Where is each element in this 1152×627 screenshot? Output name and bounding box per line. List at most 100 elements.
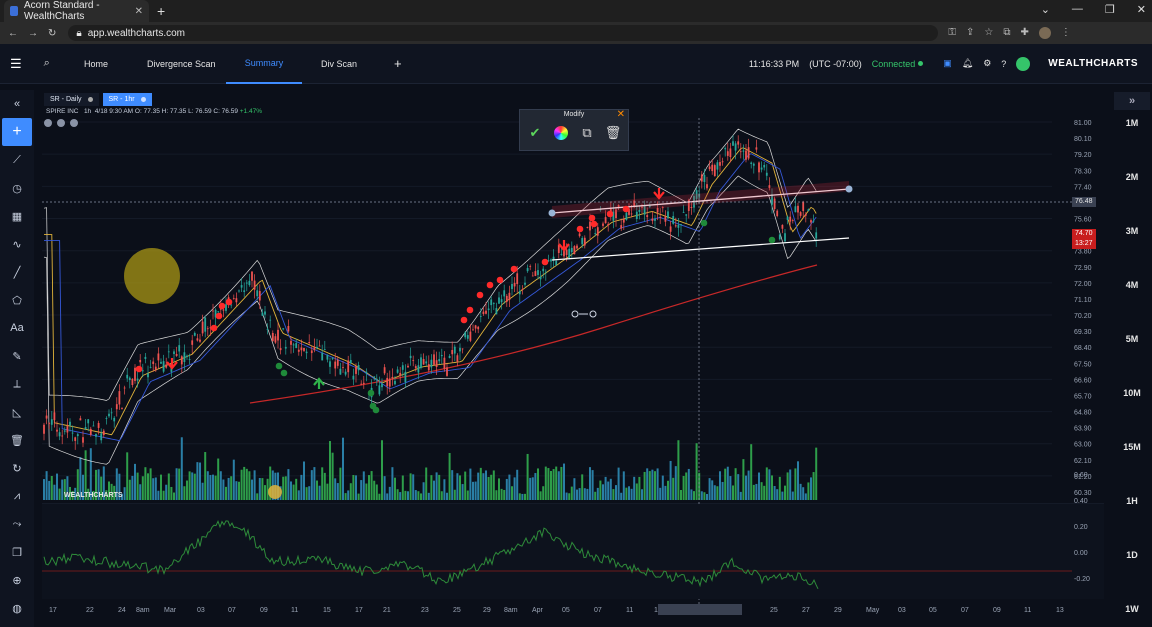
candle xyxy=(414,366,417,369)
maximize-button[interactable]: ❐ xyxy=(1105,3,1115,16)
interval-1h[interactable]: 1H xyxy=(1112,496,1152,506)
gear-icon[interactable]: ⚙ xyxy=(983,58,991,69)
interval-10m[interactable]: 10M xyxy=(1112,388,1152,398)
help-icon[interactable]: ? xyxy=(1001,59,1006,69)
back-icon[interactable]: ← xyxy=(8,28,18,39)
candle xyxy=(456,355,459,362)
interval-1w[interactable]: 1W xyxy=(1112,604,1152,614)
volume-bar xyxy=(157,490,160,500)
date-axis-label: 03 xyxy=(197,607,205,614)
candle xyxy=(482,311,485,314)
collapse-right-icon[interactable]: » xyxy=(1114,92,1150,110)
volume-bar xyxy=(381,440,383,500)
browser-tab[interactable]: Acorn Standard - WealthCharts ✕ xyxy=(4,0,149,22)
layout-tab-daily[interactable]: SR - Daily xyxy=(44,93,99,106)
interval-15m[interactable]: 15M xyxy=(1112,442,1152,452)
price-axis-label: 80.10 xyxy=(1074,136,1092,143)
tab-divergence-scan[interactable]: Divergence Scan xyxy=(147,44,216,84)
minimize-button[interactable]: — xyxy=(1072,3,1083,16)
pencil-icon[interactable]: ✎ xyxy=(0,342,34,370)
volume-bar xyxy=(365,483,368,500)
shapes-icon[interactable]: ⬠ xyxy=(0,286,34,314)
candle xyxy=(732,141,734,146)
measure-icon[interactable]: ◺ xyxy=(0,398,34,426)
crosshair-date-box xyxy=(658,604,742,615)
interval-3m[interactable]: 3M xyxy=(1112,226,1152,236)
candle xyxy=(128,377,131,381)
more-icon[interactable]: ⋮ xyxy=(1061,27,1071,39)
close-tab-icon[interactable]: ✕ xyxy=(135,6,143,17)
tab-search-icon[interactable]: ⌄ xyxy=(1041,3,1050,16)
timezone[interactable]: (UTC -07:00) xyxy=(809,59,862,69)
trash-icon[interactable]: 🗑︎ xyxy=(0,426,34,454)
copy-icon[interactable]: ⧉ xyxy=(578,124,596,142)
text-tool-icon[interactable]: Aa xyxy=(0,314,34,342)
candle xyxy=(791,219,794,221)
location-icon[interactable] xyxy=(1016,56,1031,71)
refresh-icon[interactable]: ↻ xyxy=(0,454,34,482)
interval-1d[interactable]: 1D xyxy=(1112,550,1152,560)
close-window-button[interactable]: ✕ xyxy=(1137,3,1146,16)
color-wheel-icon[interactable] xyxy=(552,124,570,142)
close-icon[interactable]: ✕ xyxy=(617,109,625,120)
hamburger-menu-icon[interactable]: ☰ xyxy=(10,56,22,72)
candle xyxy=(188,359,191,360)
layers-icon[interactable]: ❐ xyxy=(0,538,34,566)
url-input[interactable]: 🔒︎ app.wealthcharts.com xyxy=(68,25,939,41)
candle xyxy=(459,347,461,352)
share-icon[interactable]: ⇪ xyxy=(966,27,974,39)
volume-bar xyxy=(490,474,493,500)
forward-icon[interactable]: → xyxy=(28,28,38,39)
candle xyxy=(516,273,519,285)
check-icon[interactable]: ✔ xyxy=(526,124,544,142)
volume-bar xyxy=(617,467,620,500)
interval-4m[interactable]: 4M xyxy=(1112,280,1152,290)
tab-summary[interactable]: Summary xyxy=(226,44,302,84)
save-icon[interactable]: ▣ xyxy=(943,58,952,69)
chart-type-icon[interactable]: ⟋ xyxy=(0,146,34,174)
candle xyxy=(269,319,272,321)
candle xyxy=(810,220,812,223)
add-tab-button[interactable]: + xyxy=(394,44,402,84)
search-icon[interactable]: ⌕ xyxy=(44,57,50,70)
candle xyxy=(396,369,399,373)
price-axis-label: 79.20 xyxy=(1074,152,1092,159)
profile-avatar[interactable] xyxy=(1038,27,1051,39)
layout-tab-1hr[interactable]: SR - 1hr xyxy=(102,93,152,106)
clock-icon[interactable]: ◷ xyxy=(0,174,34,202)
reload-icon[interactable]: ↻ xyxy=(48,28,56,39)
ruler-icon[interactable]: ⟂ xyxy=(0,370,34,398)
line-tool-icon[interactable]: ╱ xyxy=(0,258,34,286)
volume-bar xyxy=(498,478,500,500)
trend-icon[interactable]: ∿ xyxy=(0,230,34,258)
tab-div-scan[interactable]: Div Scan xyxy=(321,44,357,84)
calendar-icon[interactable]: ▦ xyxy=(0,202,34,230)
indicator-icon[interactable]: ⩘ xyxy=(0,482,34,510)
puzzle-icon[interactable]: ✚ xyxy=(1021,27,1029,39)
candle xyxy=(82,437,84,443)
interval-1m[interactable]: 1M xyxy=(1112,118,1152,128)
candle xyxy=(446,367,448,376)
clock: 11:16:33 PM xyxy=(748,58,800,69)
new-tab-button[interactable]: + xyxy=(157,3,165,19)
candle xyxy=(321,352,324,361)
target-icon[interactable]: ⊕ xyxy=(0,566,34,594)
volume-bar xyxy=(178,468,181,500)
date-axis-label: 24 xyxy=(118,607,126,614)
extension-icon[interactable]: ⧉ xyxy=(1003,27,1010,39)
bookmark-star-icon[interactable]: ☆ xyxy=(984,27,993,39)
key-icon[interactable]: ⚿ xyxy=(948,27,956,39)
collapse-left-icon[interactable]: « xyxy=(0,90,34,118)
volume-bar xyxy=(357,493,360,500)
volume-bar xyxy=(526,453,529,500)
interval-2m[interactable]: 2M xyxy=(1112,172,1152,182)
add-indicator-button[interactable]: + xyxy=(2,118,32,146)
bell-icon[interactable]: 🔔︎ xyxy=(962,58,973,69)
tab-home[interactable]: Home xyxy=(84,44,108,84)
trash-icon[interactable]: 🗑︎ xyxy=(604,124,622,142)
globe-icon[interactable]: ◍ xyxy=(0,594,34,622)
interval-5m[interactable]: 5M xyxy=(1112,334,1152,344)
candle xyxy=(620,225,623,229)
pattern-icon[interactable]: ⤳ xyxy=(0,510,34,538)
price-chart[interactable]: WEALTHCHARTS 81.00 80.10 79.20 78.30 77.40 75… xyxy=(42,92,1104,619)
